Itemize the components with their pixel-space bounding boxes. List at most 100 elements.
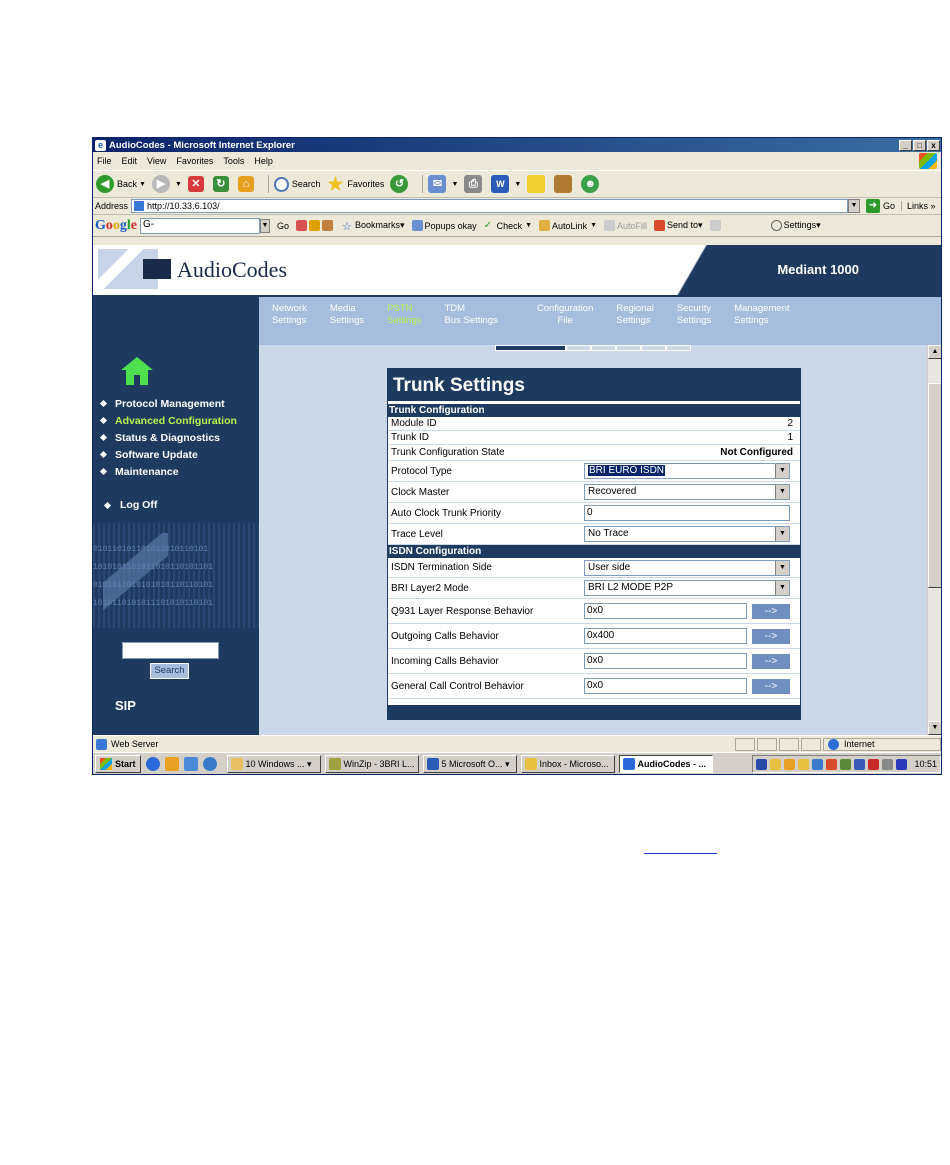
termination-side-select[interactable]: User side ▼ [584,559,790,576]
menu-favorites[interactable]: Favorites [176,156,213,166]
sidebar-search-button[interactable]: Search [150,663,189,679]
layer2-mode-select[interactable]: BRI L2 MODE P2P ▼ [584,580,790,596]
outlook-quicklaunch-icon[interactable] [164,757,179,771]
menu-file[interactable]: File [97,156,112,166]
messenger-tray-icon[interactable] [896,758,908,770]
pagerank-icon[interactable] [296,220,335,231]
menu-tools[interactable]: Tools [223,156,244,166]
vertical-scrollbar[interactable]: ▲ ▼ [927,345,941,735]
tab-segment[interactable] [641,345,666,351]
taskbar-item-winzip[interactable]: WinZip - 3BRI L... [324,755,419,773]
google-search-input[interactable]: G- [140,217,260,234]
home-icon[interactable] [121,357,153,385]
tab-segment[interactable] [616,345,641,351]
outgoing-bitmask-button[interactable]: --> [751,627,791,645]
logoff-link[interactable]: Log Off [103,499,157,511]
outlook-tray-icon[interactable] [798,758,810,770]
taskbar-item-windows[interactable]: 10 Windows ... ▾ [226,755,321,773]
taskbar-item-inbox[interactable]: Inbox - Microso... [520,755,615,773]
nav-security-settings[interactable]: Security Settings [664,303,711,345]
q931-bitmask-button[interactable]: --> [751,602,791,620]
edit-button[interactable]: W ▼ [491,175,521,193]
media-quicklaunch-icon[interactable] [202,757,217,771]
popups-button[interactable]: Popups okay [411,220,477,231]
incoming-bitmask-button[interactable]: --> [751,652,791,670]
document-link-underline[interactable] [644,840,717,854]
messenger-button[interactable]: ☻ [581,175,602,193]
scroll-up-button[interactable]: ▲ [928,345,941,359]
tab-segment[interactable] [666,345,691,351]
menu-view[interactable]: View [147,156,166,166]
taskbar-item-microsoft-office[interactable]: 5 Microsoft O... ▾ [422,755,517,773]
forward-button[interactable]: ▶ ▼ [151,175,182,193]
incoming-input[interactable]: 0x0 [584,653,747,669]
tab-segment[interactable] [566,345,591,351]
check-button[interactable]: ✓ Check ▼ [484,220,532,231]
nav-management-settings[interactable]: Management Settings [721,303,789,345]
outgoing-input[interactable]: 0x400 [584,628,747,644]
home-button[interactable]: ⌂ [237,176,257,192]
mail-tray-icon[interactable] [770,758,782,770]
shield-icon[interactable] [784,758,796,770]
sidebar-item-advanced-configuration[interactable]: Advanced Configuration [99,412,237,429]
general-bitmask-button[interactable]: --> [751,677,791,695]
scroll-thumb[interactable] [928,383,941,588]
mail-button[interactable]: ✉ ▼ [428,175,458,193]
sidebar-item-protocol-management[interactable]: Protocol Management [99,395,237,412]
auto-clock-input[interactable]: 0 [584,505,790,521]
go-button[interactable]: ➜ Go [865,199,895,213]
trace-level-select[interactable]: No Trace ▼ [584,526,790,542]
sidebar-item-status-diagnostics[interactable]: Status & Diagnostics [99,429,237,446]
start-button[interactable]: Start [95,755,141,773]
favorites-button[interactable]: ★ Favorites [326,175,384,193]
settings-button[interactable]: Settings▾ [770,220,821,231]
nav-pstn-settings[interactable]: PSTN Settings [374,303,421,345]
ie-quicklaunch-icon[interactable] [145,757,160,771]
sidebar-search-input[interactable] [122,642,219,659]
monitor-icon[interactable] [854,758,866,770]
nav-network-settings[interactable]: Network Settings [259,303,307,345]
research-button[interactable] [554,175,575,193]
tab-segment[interactable] [495,345,566,351]
close-button[interactable]: x [927,139,940,151]
refresh-button[interactable]: ↻ [212,176,232,192]
autolink-button[interactable]: AutoLink ▼ [539,220,597,231]
settings-tray-icon[interactable] [882,758,894,770]
address-dropdown-button[interactable]: ▼ [847,199,860,213]
discuss-button[interactable] [527,175,548,193]
sidebar-item-software-update[interactable]: Software Update [99,446,237,463]
nav-configuration-file[interactable]: Configuration File [524,303,594,345]
nav-media-settings[interactable]: Media Settings [317,303,364,345]
address-input[interactable]: http://10.33.6.103/ [131,199,848,213]
network-icon[interactable] [812,758,824,770]
sidebar-item-maintenance[interactable]: Maintenance [99,463,237,480]
sendto-button[interactable]: Send to▾ [654,220,703,231]
menu-edit[interactable]: Edit [122,156,138,166]
minimize-button[interactable]: _ [899,139,912,151]
nav-regional-settings[interactable]: Regional Settings [603,303,654,345]
menu-help[interactable]: Help [254,156,273,166]
stop-button[interactable]: ✕ [187,176,207,192]
app-tray-icon[interactable] [840,758,852,770]
links-button[interactable]: Links » [901,201,941,211]
clock-master-select[interactable]: Recovered ▼ [584,484,790,500]
pen-icon[interactable] [709,220,723,231]
back-button[interactable]: ◀ Back ▼ [96,175,146,193]
maximize-button[interactable]: □ [913,139,926,151]
search-button[interactable]: Search [273,176,320,192]
q931-input[interactable]: 0x0 [584,603,747,619]
tab-segment[interactable] [591,345,616,351]
print-button[interactable]: ⎙ [464,175,485,193]
autofill-button[interactable]: AutoFill [604,220,647,231]
alert-icon[interactable] [868,758,880,770]
google-go-button[interactable]: Go [277,221,289,231]
bookmarks-button[interactable]: ☆ Bookmarks▾ [342,220,405,233]
scroll-down-button[interactable]: ▼ [928,721,941,735]
google-dropdown-button[interactable]: ▼ [260,218,270,233]
taskbar-item-audiocodes[interactable]: AudioCodes - ... [618,755,713,773]
nav-tdm-bus-settings[interactable]: TDM Bus Settings [432,303,498,345]
general-input[interactable]: 0x0 [584,678,747,694]
protocol-type-select[interactable]: BRI EURO ISDN ▼ [584,463,790,479]
language-icon[interactable] [756,758,768,770]
history-button[interactable]: ↺ [390,175,411,193]
